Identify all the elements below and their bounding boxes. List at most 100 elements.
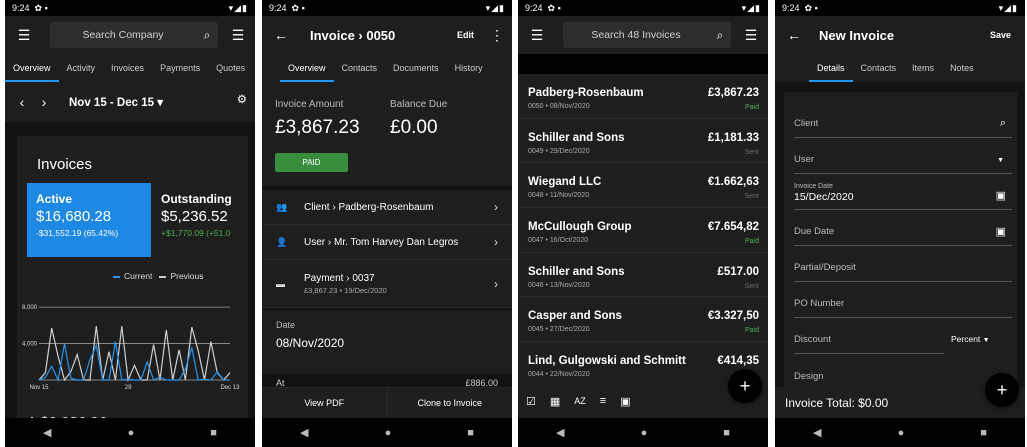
date-range-label: Nov 15 - Dec 15 (69, 97, 155, 109)
search-input[interactable]: Search Company ⌕ (50, 22, 218, 48)
tab-documents[interactable]: Documents (385, 54, 447, 82)
status-icons: ✿ ▪ (291, 2, 305, 13)
search-input[interactable]: Search 48 Invoices ⌕ (563, 22, 731, 48)
tab-invoices[interactable]: Invoices (103, 54, 152, 82)
outstanding-delta: +$1,770.09 (+51.0 (161, 228, 231, 238)
recents-icon[interactable]: ■ (467, 427, 474, 439)
client-row[interactable]: 👥 Client › Padberg-Rosenbaum › (262, 190, 512, 225)
back-icon[interactable]: ◀ (300, 426, 308, 439)
invoice-list-item[interactable]: Schiller and Sons 0049 • 29/Dec/2020 £1,18… (518, 118, 768, 164)
tab-contacts[interactable]: Contacts (334, 54, 386, 82)
status-time: 9:24 (269, 2, 287, 13)
recents-icon[interactable]: ■ (210, 427, 217, 439)
table-view-icon[interactable]: ▦ (550, 395, 560, 408)
payment-row[interactable]: ▬ Payment › 0037 £3,867.23 • 19/Dec/2020… (262, 260, 512, 308)
add-item-button[interactable]: + (985, 373, 1019, 407)
outstanding-summary[interactable]: Outstanding $5,236.52 +$1,770.09 (+51.0 (161, 192, 251, 238)
chevron-right-icon: › (494, 200, 498, 214)
invoice-list: Padberg-Rosenbaum 0050 • 08/Nov/2020 £3,86… (518, 74, 768, 387)
view-pdf-button[interactable]: View PDF (262, 388, 387, 418)
status-icons: ✿ ▪ (804, 2, 818, 13)
discount-field[interactable]: Discount (794, 318, 944, 354)
legend-previous: Previous (170, 271, 204, 281)
home-icon[interactable]: ● (641, 427, 648, 439)
phone-new-invoice: 9:24 ✿ ▪ ▾◢▮ ← New Invoice Save Details C… (775, 0, 1025, 447)
tab-notes[interactable]: Notes (942, 54, 982, 82)
invoice-list-item[interactable]: Casper and Sons 0045 • 27/Dec/2020 €3.327,… (518, 297, 768, 343)
tab-details[interactable]: Details (809, 54, 853, 82)
gallery-icon[interactable]: ▣ (620, 395, 630, 408)
home-icon[interactable]: ● (385, 427, 392, 439)
invoice-list-item[interactable]: Schiller and Sons 0046 • 13/Nov/2020 £517.… (518, 252, 768, 298)
chevron-right-icon[interactable]: › (33, 91, 55, 113)
recents-icon[interactable]: ■ (723, 427, 730, 439)
list-menu-icon[interactable]: ☰ (740, 24, 762, 46)
search-icon[interactable]: ⌕ (709, 28, 731, 43)
client-field[interactable]: Client ⌕ (794, 102, 1012, 138)
invoice-meta: 0049 • 29/Dec/2020 (528, 147, 590, 155)
back-arrow-icon[interactable]: ← (270, 24, 292, 46)
invoice-list-item[interactable]: Padberg-Rosenbaum 0050 • 08/Nov/2020 £3,86… (518, 74, 768, 119)
recents-icon[interactable]: ■ (980, 427, 987, 439)
chevron-left-icon[interactable]: ‹ (11, 91, 33, 113)
invoice-amount: £1,181.33 (707, 131, 759, 144)
gear-icon[interactable]: ⚙ (237, 92, 247, 106)
chevron-right-icon: › (494, 235, 498, 249)
phone-invoice-detail: 9:24 ✿ ▪ ▾◢▮ ← Invoice › 0050 Edit ⋮ Over… (262, 0, 512, 447)
back-icon[interactable]: ◀ (556, 426, 564, 439)
invoice-list-item[interactable]: Wiegand LLC 0048 • 11/Nov/2020 €1.662,63 Se… (518, 163, 768, 209)
tab-quotes[interactable]: Quotes (208, 54, 253, 82)
design-field[interactable]: Design (794, 354, 1012, 390)
user-row[interactable]: 👤 User › Mr. Tom Harvey Dan Legros › (262, 225, 512, 260)
tab-overview[interactable]: Overview (280, 54, 334, 82)
date-range-selector[interactable]: Nov 15 - Dec 15 ▾ (69, 95, 163, 109)
select-all-icon[interactable]: ☑ (526, 395, 536, 408)
invoice-list-item[interactable]: McCullough Group 0047 • 16/Oct/2020 €7.654… (518, 208, 768, 253)
back-icon[interactable]: ◀ (813, 426, 821, 439)
tab-overview[interactable]: Overview (5, 54, 59, 82)
partial-deposit-field[interactable]: Partial/Deposit (794, 246, 1012, 282)
back-icon[interactable]: ◀ (43, 426, 51, 439)
calendar-icon[interactable]: ▣ (996, 189, 1006, 202)
status-icons: ✿ ▪ (34, 2, 48, 13)
sort-icon[interactable]: AZ (574, 396, 586, 406)
edit-button[interactable]: Edit (457, 30, 474, 40)
invoice-meta: 0045 • 27/Dec/2020 (528, 326, 590, 334)
search-icon[interactable]: ⌕ (196, 28, 218, 43)
invoice-date-field[interactable]: Invoice Date 15/Dec/2020 ▣ (794, 174, 1012, 210)
tab-payments[interactable]: Payments (152, 54, 208, 82)
tab-contacts[interactable]: Contacts (853, 54, 905, 82)
more-vert-icon[interactable]: ⋮ (486, 24, 508, 46)
bottom-actions: View PDF Clone to Invoice (262, 387, 512, 418)
discount-type-select[interactable]: Percent ▼ (951, 334, 990, 344)
due-date-field[interactable]: Due Date ▣ (794, 210, 1012, 246)
filter-icon[interactable]: ≡ (600, 395, 606, 407)
x-tick-label: Dec 13 (220, 385, 240, 391)
calendar-icon[interactable]: ▣ (996, 225, 1006, 238)
tab-bar: Overview Activity Invoices Payments Quot… (5, 54, 255, 82)
back-arrow-icon[interactable]: ← (783, 24, 805, 46)
search-icon[interactable]: ⌕ (1000, 117, 1006, 130)
po-number-field[interactable]: PO Number (794, 282, 1012, 318)
outstanding-label: Outstanding (161, 192, 232, 206)
status-bar: 9:24 ✿ ▪ ▾◢▮ (775, 0, 1025, 16)
signal-battery-icon: ▾◢▮ (741, 2, 761, 13)
people-icon: 👥 (276, 201, 288, 212)
add-invoice-button[interactable]: + (728, 369, 762, 403)
active-summary[interactable]: Active $16,680.28 -$31,552.19 (65.42%) (27, 183, 151, 257)
tab-history[interactable]: History (447, 54, 491, 82)
list-menu-icon[interactable]: ☰ (227, 24, 249, 46)
save-button[interactable]: Save (990, 30, 1011, 40)
tab-items[interactable]: Items (904, 54, 942, 82)
user-field[interactable]: User ▼ (794, 138, 1012, 174)
invoice-amount: €3.327,50 (707, 310, 759, 323)
menu-icon[interactable]: ☰ (526, 24, 548, 46)
home-icon[interactable]: ● (128, 427, 135, 439)
clone-to-invoice-button[interactable]: Clone to Invoice (386, 388, 513, 418)
home-icon[interactable]: ● (898, 427, 905, 439)
x-tick-label: 29 (125, 385, 132, 391)
tab-activity[interactable]: Activity (59, 54, 104, 82)
menu-icon[interactable]: ☰ (13, 24, 35, 46)
balance-due-label: Balance Due (390, 99, 448, 110)
date-value: 08/Nov/2020 (276, 336, 345, 350)
